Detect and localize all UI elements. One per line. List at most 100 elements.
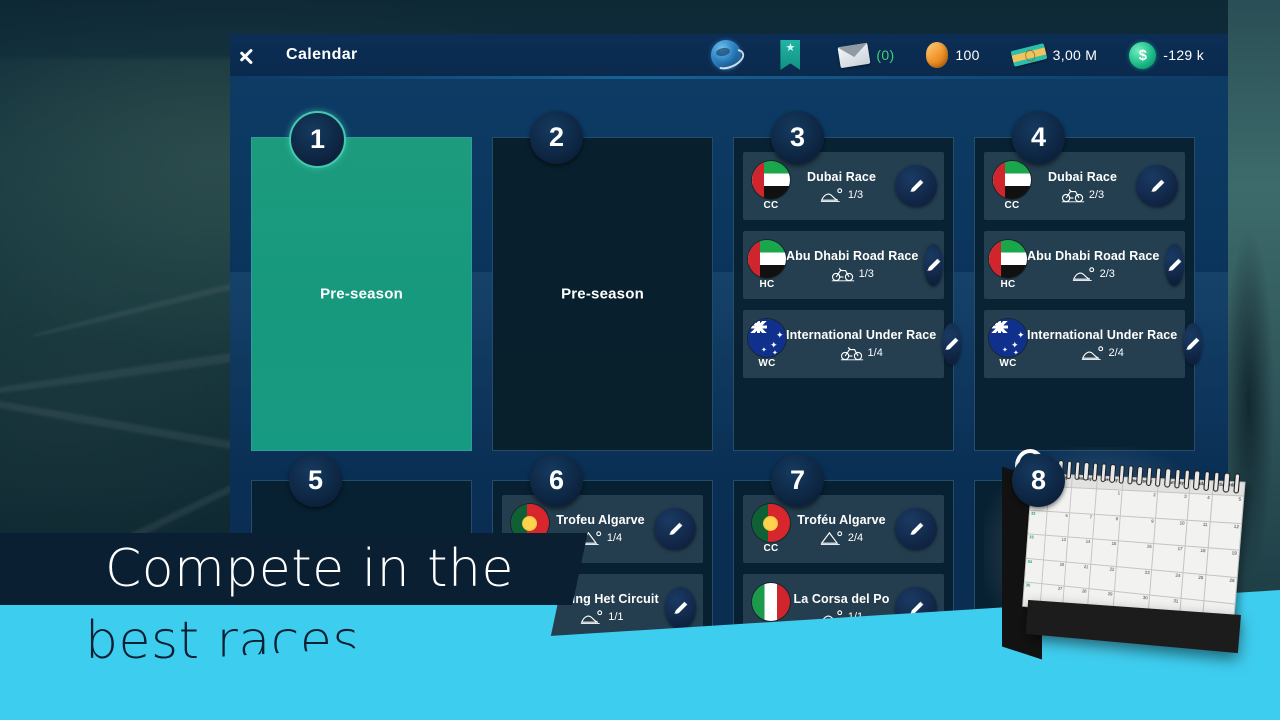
week-number-label: 4 (1030, 122, 1047, 152)
calendar-day-cell: 26 (1203, 574, 1238, 605)
spiral-ring (1074, 461, 1081, 481)
edit-race-button[interactable] (895, 165, 937, 207)
spiral-ring (1065, 460, 1073, 480)
edit-race-button[interactable] (1165, 244, 1185, 286)
race-row[interactable]: CC Dubai Race 1/3 (743, 152, 944, 220)
edit-race-button[interactable] (654, 508, 696, 550)
race-stage-count: 1/4 (606, 531, 623, 544)
week-number-badge[interactable]: 1 (289, 111, 346, 168)
calendar-day-cell: 10 (1153, 518, 1187, 547)
spiral-ring (1164, 467, 1172, 488)
calendar-day-cell: 18 (1182, 546, 1208, 575)
race-info: Troféu Algarve 2/4 (794, 513, 895, 546)
week-number-badge[interactable]: 4 (1012, 111, 1065, 164)
bookmark-star-icon (780, 40, 801, 70)
race-row[interactable]: HC Abu Dhabi Road Race 1/3 (743, 231, 944, 299)
spiral-ring (1118, 464, 1125, 484)
top-bar: Calendar (0) 100 (230, 34, 1228, 76)
coin-icon (926, 42, 949, 68)
week-card-preseason[interactable]: Pre-season (251, 137, 472, 451)
terrain-bike-icon (831, 266, 854, 282)
flag-icon-pt (752, 504, 790, 542)
edit-race-button[interactable] (895, 508, 937, 550)
race-category-label: WC (999, 358, 1017, 369)
terrain-mountain-icon (820, 530, 843, 546)
race-flag-group: CC (989, 161, 1035, 211)
calendar-day-cell: 11 (1184, 520, 1211, 549)
promo-line-1: Compete in the (105, 539, 514, 599)
calendar-day-cell: 24 (1149, 569, 1183, 599)
stat-globe[interactable] (695, 40, 764, 70)
race-name: Dubai Race (1047, 169, 1118, 184)
edit-race-button[interactable] (924, 244, 944, 286)
race-meta: 1/1 (580, 609, 624, 625)
calendar-day-cell: 21 (1064, 561, 1091, 590)
flag-icon-uae (752, 161, 790, 199)
week-number-badge[interactable]: 3 (771, 111, 824, 164)
race-stage-count: 1/3 (847, 188, 864, 201)
race-name: Troféu Algarve (797, 512, 886, 527)
stat-banknote[interactable]: 3,00 M (996, 43, 1114, 67)
race-info: Abu Dhabi Road Race 2/3 (1027, 249, 1165, 282)
week-number-badge[interactable]: 5 (289, 454, 342, 507)
race-flag-group: ✦ ✦ ✦ ✦ WC (748, 319, 786, 369)
terrain-hilly-icon (1072, 266, 1094, 282)
stat-coin[interactable]: 100 (910, 42, 995, 68)
edit-race-button[interactable] (942, 323, 962, 365)
edit-race-button[interactable] (1136, 165, 1178, 207)
race-name: International Under Race (786, 327, 937, 342)
terrain-hilly-icon (820, 187, 843, 203)
race-flag-group: CC (748, 504, 794, 554)
race-meta: 1/4 (840, 345, 883, 361)
calendar-day-cell: 3 (1155, 492, 1189, 521)
calendar-day-cell: 22 (1088, 564, 1117, 592)
race-category-label: CC (1004, 200, 1020, 211)
race-row[interactable]: CC Dubai Race 2/3 (984, 152, 1185, 220)
week-number-badge[interactable]: 2 (530, 111, 583, 164)
back-button[interactable] (230, 34, 286, 76)
race-row[interactable]: ✦ ✦ ✦ ✦ WC International Under Race 1/4 (743, 310, 962, 378)
preseason-label: Pre-season (561, 285, 644, 303)
race-flag-group: ✦ ✦ ✦ ✦ WC (989, 319, 1027, 369)
edit-race-button[interactable] (664, 587, 696, 629)
week-number-badge[interactable]: 6 (530, 454, 583, 507)
race-meta: 2/4 (820, 530, 863, 546)
flag-icon-uae (993, 161, 1031, 199)
spiral-ring (1091, 462, 1099, 482)
week-number-badge[interactable]: 7 (771, 454, 824, 507)
race-stage-count: 2/4 (1108, 346, 1124, 359)
week-1: Pre-season 1 (251, 111, 472, 451)
dollar-circle-icon (1129, 41, 1157, 69)
stat-bookmark[interactable] (764, 40, 823, 70)
stat-banknote-value: 3,00 M (1052, 47, 1098, 63)
edit-race-button[interactable] (1183, 323, 1203, 365)
spiral-ring (1222, 472, 1231, 493)
stat-budget[interactable]: -129 k (1113, 41, 1220, 69)
week-number-label: 8 (1030, 465, 1047, 495)
resource-stats: (0) 100 3,00 M -129 k (695, 40, 1228, 70)
week-number-badge[interactable]: 8 (1012, 454, 1065, 507)
flag-icon-au: ✦ ✦ ✦ ✦ (989, 319, 1027, 357)
race-name: International Under Race (1027, 327, 1178, 342)
race-stage-count: 1/1 (608, 610, 624, 623)
race-meta: 1/3 (820, 187, 863, 203)
race-stage-count: 2/3 (1099, 267, 1115, 280)
calendar-week-number: 33 (1026, 534, 1046, 560)
terrain-bike-icon (840, 345, 863, 361)
race-flag-group: HC (989, 240, 1027, 290)
flag-icon-it (751, 583, 790, 621)
race-meta: 1/3 (831, 266, 874, 282)
race-category-label: HC (759, 279, 775, 290)
calendar-day-cell: 20 (1041, 559, 1067, 587)
spiral-ring (1100, 463, 1107, 483)
race-row[interactable]: ✦ ✦ ✦ ✦ WC International Under Race 2/4 (984, 310, 1203, 378)
race-flag-group: HC (748, 240, 786, 290)
spiral-ring (1109, 463, 1116, 484)
race-info: Dubai Race 2/3 (1035, 170, 1136, 203)
stat-mail[interactable]: (0) (823, 42, 910, 68)
race-name: La Corsa del Po (793, 591, 890, 606)
spiral-ring (1173, 468, 1181, 489)
race-row[interactable]: HC Abu Dhabi Road Race 2/3 (984, 231, 1185, 299)
race-row[interactable]: CC Troféu Algarve 2/4 (743, 495, 944, 563)
week-card-preseason[interactable]: Pre-season (492, 137, 713, 451)
